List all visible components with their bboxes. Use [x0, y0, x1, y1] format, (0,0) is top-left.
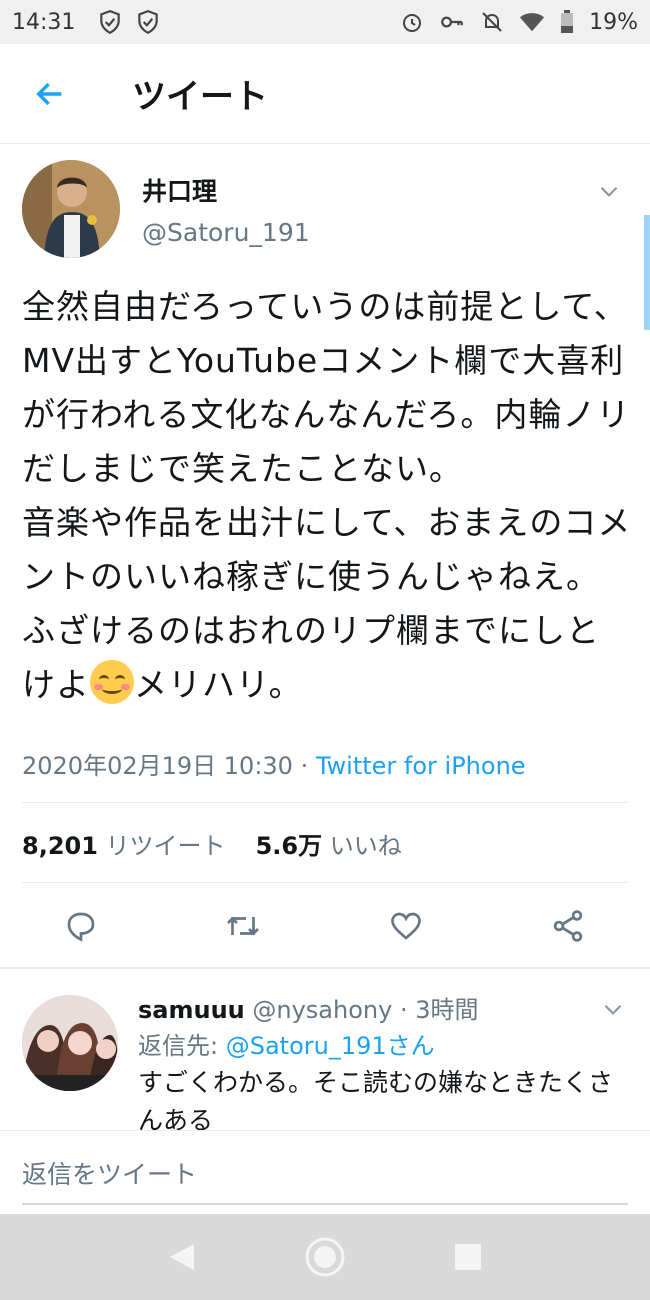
- retweet-icon: [227, 916, 259, 936]
- bell-off-icon: [479, 9, 505, 35]
- back-triangle-icon: [169, 1244, 194, 1270]
- share-icon: [553, 910, 583, 942]
- divider: [22, 802, 628, 803]
- divider: [0, 967, 650, 969]
- page-title: ツイート: [132, 77, 268, 117]
- tweet-stats: 8,201 リツイート 5.6万 いいね: [22, 826, 402, 861]
- author-name[interactable]: 井口理: [142, 172, 217, 208]
- like-stat[interactable]: 5.6万 いいね: [256, 826, 402, 861]
- tweet-text-main: 全然自由だろっていうのは前提として、MV出すとYouTubeコメント欄で大喜利が…: [22, 287, 632, 704]
- tweet-text-tail: メリハリ。: [134, 665, 303, 704]
- tweet-text: 全然自由だろっていうのは前提として、MV出すとYouTubeコメント欄で大喜利が…: [22, 280, 632, 712]
- tweet-author: 井口理 @Satoru_191: [22, 160, 622, 260]
- chevron-down-icon: [600, 186, 618, 197]
- back-button[interactable]: [0, 44, 100, 144]
- reply-to-mention[interactable]: @Satoru_191さん: [226, 1032, 435, 1060]
- share-button[interactable]: [547, 905, 589, 947]
- wifi-icon: [519, 9, 545, 35]
- tweet-menu-button[interactable]: [596, 178, 622, 204]
- divider: [22, 882, 628, 883]
- reply-header: samuuu @nysahony · 3時間: [138, 990, 478, 1025]
- author-handle[interactable]: @Satoru_191: [142, 218, 310, 247]
- reply-text: すごくわかる。そこ読むの嫌なときたくさんある: [138, 1068, 614, 1130]
- nav-back-button[interactable]: [157, 1232, 207, 1282]
- like-icon: [391, 912, 421, 940]
- reply-author-handle[interactable]: @nysahony: [252, 996, 392, 1024]
- reply-composer: 返信をツイート: [0, 1130, 650, 1214]
- shield-check-icon: [135, 9, 161, 35]
- like-count: 5.6万: [255, 832, 323, 860]
- recents-square-icon: [455, 1244, 482, 1270]
- reply-avatar[interactable]: [22, 995, 118, 1091]
- reply-button[interactable]: [60, 905, 102, 947]
- reply-author-name[interactable]: samuuu: [138, 996, 245, 1024]
- like-button[interactable]: [385, 905, 427, 947]
- reply-icon: [67, 912, 95, 942]
- retweet-button[interactable]: [222, 905, 264, 947]
- reply-to-line: 返信先: @Satoru_191さん: [138, 1026, 435, 1061]
- app-header: ツイート: [0, 44, 650, 144]
- reply-tweet[interactable]: samuuu @nysahony · 3時間 返信先: @Satoru_191さ…: [0, 980, 650, 1130]
- avatar[interactable]: [22, 160, 120, 258]
- status-time: 14:31: [12, 9, 76, 35]
- reply-menu-button[interactable]: [600, 996, 626, 1022]
- tweet-timestamp: 2020年02月19日 10:30 ·: [22, 752, 316, 780]
- tweet-actions: [0, 895, 650, 959]
- chevron-down-icon: [604, 1004, 622, 1015]
- retweet-label: リツイート: [105, 832, 226, 860]
- verified-shield-icon: [97, 9, 123, 35]
- reply-to-label: 返信先:: [138, 1032, 226, 1060]
- retweet-stat[interactable]: 8,201 リツイート: [22, 826, 226, 861]
- retweet-count: 8,201: [22, 832, 98, 860]
- battery-percent: 19%: [589, 9, 638, 35]
- battery-icon: [559, 9, 575, 35]
- tweet-source-link[interactable]: Twitter for iPhone: [316, 752, 526, 780]
- reply-input[interactable]: 返信をツイート: [22, 1155, 628, 1205]
- nav-home-button[interactable]: [300, 1232, 350, 1282]
- tweet-meta: 2020年02月19日 10:30 · Twitter for iPhone: [22, 746, 526, 781]
- system-nav-bar: [0, 1214, 650, 1300]
- status-bar: 14:31 19%: [0, 0, 650, 44]
- home-circle-icon: [305, 1237, 345, 1277]
- reply-time: · 3時間: [392, 996, 479, 1024]
- like-label: いいね: [329, 832, 402, 860]
- alarm-icon: [399, 9, 425, 35]
- key-icon: [439, 9, 465, 35]
- nav-recents-button[interactable]: [443, 1232, 493, 1282]
- scroll-indicator[interactable]: [644, 215, 650, 330]
- smiling-face-emoji-icon: [90, 660, 134, 704]
- arrow-left-icon: [36, 82, 62, 105]
